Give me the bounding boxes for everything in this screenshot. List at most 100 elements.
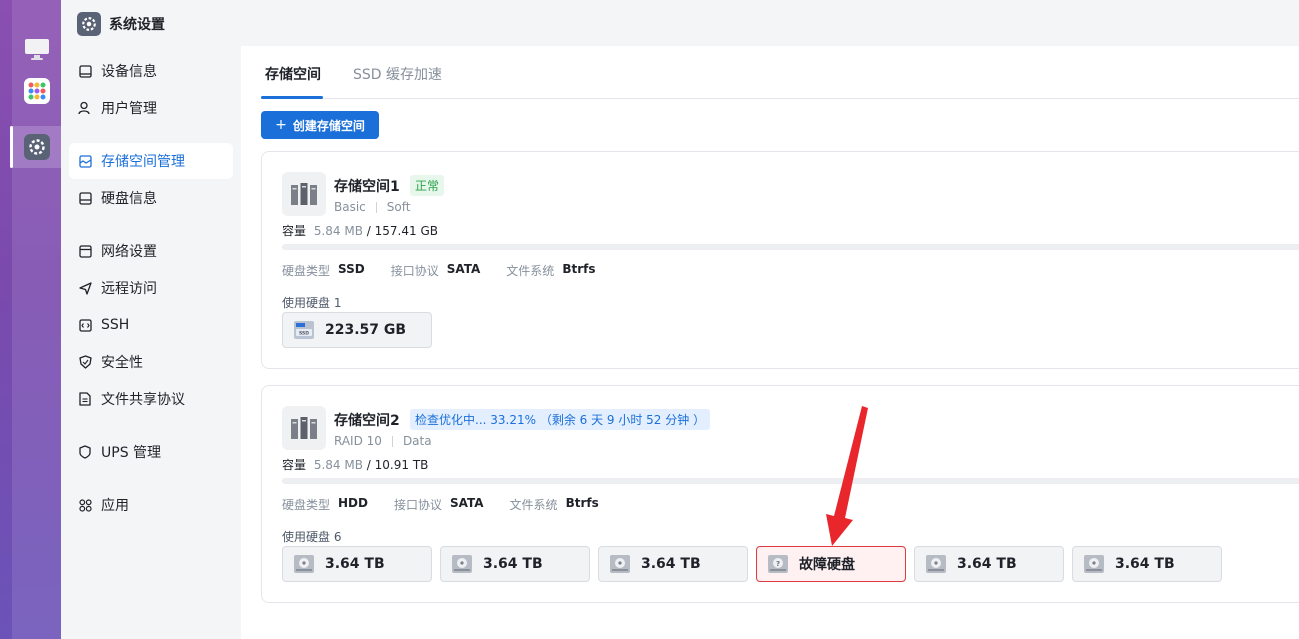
shield-icon xyxy=(78,355,92,369)
hdd-icon xyxy=(1083,553,1105,575)
storage-volume-card: 存储空间2 检查优化中... 33.21% （剩余 6 天 9 小时 52 分钟… xyxy=(261,385,1299,603)
disk-label: 3.64 TB xyxy=(1115,556,1175,572)
capacity-text: 容量 5.84 MB / 157.41 GB xyxy=(282,222,438,239)
disk-chip[interactable]: 3.64 TB xyxy=(598,546,748,582)
volume-tags: RAID 10 Data xyxy=(334,434,432,448)
sidebar-item-label: 安全性 xyxy=(101,355,143,371)
apps-icon xyxy=(78,498,92,512)
prop-label: 文件系统 xyxy=(506,264,555,278)
disk-chip[interactable]: SSD 223.57 GB xyxy=(282,312,432,348)
capacity-bar xyxy=(282,244,1299,250)
sidebar-item-label: 远程访问 xyxy=(101,281,157,297)
capacity-total: / 10.91 TB xyxy=(366,458,429,472)
storage-icon xyxy=(78,154,92,168)
unknown-disk-icon: ? xyxy=(767,553,789,575)
storage-volume-card: 存储空间1 正常 Basic Soft 容量 5.84 MB / 157.41 … xyxy=(261,151,1299,369)
tag-divider xyxy=(391,435,393,447)
disk-chip[interactable]: 3.64 TB xyxy=(1072,546,1222,582)
prop-value: SSD xyxy=(338,262,365,276)
ups-icon xyxy=(78,445,92,459)
disk-chip[interactable]: 3.64 TB xyxy=(440,546,590,582)
sidebar-item-apps[interactable]: 应用 xyxy=(69,487,233,523)
capacity-label: 容量 xyxy=(282,224,307,238)
volume-tags: Basic Soft xyxy=(334,200,410,214)
sidebar-item-label: UPS 管理 xyxy=(101,445,162,461)
sidebar-item-ups[interactable]: UPS 管理 xyxy=(69,434,233,470)
sidebar-item-label: 文件共享协议 xyxy=(101,392,185,408)
capacity-used: 5.84 MB xyxy=(313,458,363,472)
tab-storage[interactable]: 存储空间 xyxy=(265,64,321,84)
capacity-text: 容量 5.84 MB / 10.91 TB xyxy=(282,456,428,473)
main-content: 存储空间 SSD 缓存加速 + 创建存储空间 存储空间1 正常 Basic So… xyxy=(241,46,1299,639)
tab-ssd-cache[interactable]: SSD 缓存加速 xyxy=(353,64,442,84)
prop-label: 接口协议 xyxy=(390,264,439,278)
desktop-app-icon[interactable] xyxy=(24,36,50,62)
raid-type: Basic xyxy=(334,200,366,214)
app-center-icon[interactable] xyxy=(24,78,50,104)
app-title: 系统设置 xyxy=(109,17,165,33)
create-storage-button[interactable]: + 创建存储空间 xyxy=(261,111,379,139)
hdd-icon xyxy=(925,553,947,575)
prop-label: 硬盘类型 xyxy=(282,498,331,512)
volume-role: Data xyxy=(402,434,432,448)
nas-server-icon xyxy=(282,406,326,450)
sidebar-item-security[interactable]: 安全性 xyxy=(69,344,233,380)
prop-value: SATA xyxy=(450,496,484,510)
disk-label: 3.64 TB xyxy=(325,556,385,572)
hdd-icon xyxy=(451,553,473,575)
status-badge: 正常 xyxy=(410,175,445,196)
disk-label: 3.64 TB xyxy=(483,556,543,572)
device-icon xyxy=(78,64,92,78)
sidebar-item-file-sharing[interactable]: 文件共享协议 xyxy=(69,381,233,417)
sidebar-item-disk-info[interactable]: 硬盘信息 xyxy=(69,180,233,216)
sidebar-item-label: 用户管理 xyxy=(101,101,157,117)
sidebar-item-network-settings[interactable]: 网络设置 xyxy=(69,233,233,269)
network-icon xyxy=(78,244,92,258)
capacity-used: 5.84 MB xyxy=(313,224,363,238)
sidebar-item-device-info[interactable]: 设备信息 xyxy=(69,53,233,89)
code-icon xyxy=(78,318,92,332)
volume-properties: 硬盘类型 SSD 接口协议 SATA 文件系统 Btrfs xyxy=(282,262,621,279)
app-dock xyxy=(0,0,61,639)
sidebar-item-storage-management[interactable]: 存储空间管理 xyxy=(69,143,233,179)
prop-value: SATA xyxy=(446,262,481,276)
dock-active-indicator xyxy=(10,126,13,168)
user-icon xyxy=(78,101,92,115)
nas-server-icon xyxy=(282,172,326,216)
disk-label: 3.64 TB xyxy=(957,556,1017,572)
disk-label: 3.64 TB xyxy=(641,556,701,572)
prop-value: HDD xyxy=(338,496,368,510)
faulty-disk-chip[interactable]: ? 故障硬盘 xyxy=(756,546,906,582)
disk-count: 使用硬盘 1 xyxy=(282,296,342,310)
tag-divider xyxy=(375,201,377,213)
prop-value: Btrfs xyxy=(562,262,596,276)
settings-app-icon[interactable] xyxy=(24,134,50,160)
hdd-icon xyxy=(609,553,631,575)
window-titlebar xyxy=(241,0,1299,46)
capacity-bar xyxy=(282,478,1299,484)
disk-label: 故障硬盘 xyxy=(799,557,855,573)
disk-chip[interactable]: 3.64 TB xyxy=(282,546,432,582)
volume-name: 存储空间1 xyxy=(334,179,400,195)
disk-chip[interactable]: 3.64 TB xyxy=(914,546,1064,582)
file-icon xyxy=(78,392,92,406)
status-badge: 检查优化中... 33.21% （剩余 6 天 9 小时 52 分钟 ） xyxy=(410,409,711,430)
sidebar-item-user-management[interactable]: 用户管理 xyxy=(69,90,233,126)
plus-icon: + xyxy=(275,117,287,133)
app-header: 系统设置 xyxy=(77,12,165,36)
sidebar-item-label: 硬盘信息 xyxy=(101,191,157,207)
capacity-total: / 157.41 GB xyxy=(366,224,438,238)
volume-role: Soft xyxy=(386,200,411,214)
sidebar-item-label: 网络设置 xyxy=(101,244,157,260)
volume-properties: 硬盘类型 HDD 接口协议 SATA 文件系统 Btrfs xyxy=(282,496,625,513)
disk-count: 使用硬盘 6 xyxy=(282,530,342,544)
sidebar-item-ssh[interactable]: SSH xyxy=(69,307,233,343)
svg-text:SSD: SSD xyxy=(299,331,309,337)
tab-active-underline xyxy=(261,96,323,99)
prop-label: 硬盘类型 xyxy=(282,264,331,278)
sidebar-item-label: 存储空间管理 xyxy=(101,154,185,170)
prop-label: 文件系统 xyxy=(509,498,558,512)
capacity-label: 容量 xyxy=(282,458,307,472)
sidebar-item-remote-access[interactable]: 远程访问 xyxy=(69,270,233,306)
settings-gear-icon xyxy=(77,12,101,36)
